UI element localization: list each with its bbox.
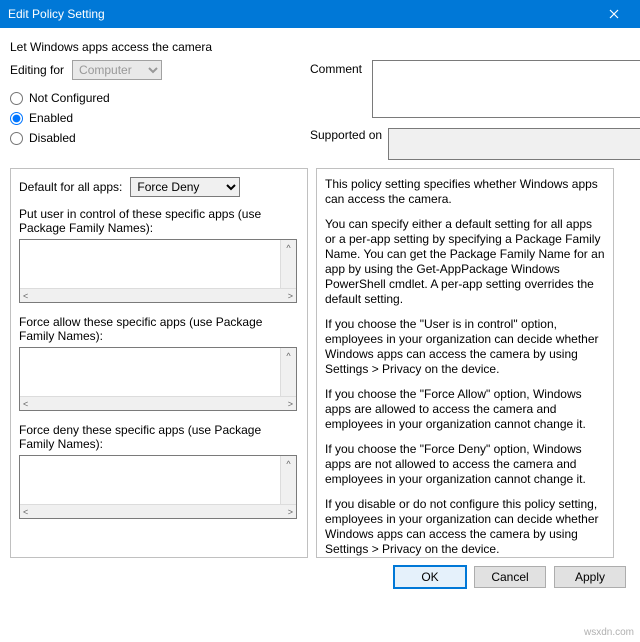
- content: Let Windows apps access the camera Editi…: [0, 28, 640, 598]
- help-paragraph: If you disable or do not configure this …: [325, 497, 605, 557]
- scroll-left-icon[interactable]: <: [23, 507, 28, 517]
- help-paragraph: You can specify either a default setting…: [325, 217, 605, 307]
- radio-not-configured[interactable]: Not Configured: [10, 88, 310, 108]
- help-paragraph: If you choose the "Force Deny" option, W…: [325, 442, 605, 487]
- force-deny-list[interactable]: ^ <>: [19, 455, 297, 519]
- radio-enabled-label: Enabled: [29, 111, 73, 125]
- state-column: Editing for Computer Not Configured Enab…: [10, 60, 310, 158]
- scroll-left-icon[interactable]: <: [23, 399, 28, 409]
- scrollbar-horizontal[interactable]: <>: [20, 504, 296, 518]
- close-icon[interactable]: [596, 0, 632, 28]
- scroll-up-icon[interactable]: ^: [281, 456, 296, 472]
- scrollbar-vertical[interactable]: ^: [280, 456, 296, 504]
- window-title: Edit Policy Setting: [8, 7, 105, 21]
- scrollbar-vertical[interactable]: ^: [280, 240, 296, 288]
- radio-not-configured-input[interactable]: [10, 92, 23, 105]
- default-for-all-select[interactable]: Force Deny: [130, 177, 240, 197]
- help-paragraph: This policy setting specifies whether Wi…: [325, 177, 605, 207]
- force-deny-list-label: Force deny these specific apps (use Pack…: [19, 423, 299, 451]
- supported-on-label: Supported on: [310, 128, 382, 142]
- editing-for-label: Editing for: [10, 63, 64, 77]
- scroll-left-icon[interactable]: <: [23, 291, 28, 301]
- supported-on-box: [388, 128, 640, 160]
- state-radio-group: Not Configured Enabled Disabled: [10, 88, 310, 148]
- help-paragraph: If you choose the "User is in control" o…: [325, 317, 605, 377]
- radio-disabled[interactable]: Disabled: [10, 128, 310, 148]
- ok-button[interactable]: OK: [394, 566, 466, 588]
- force-allow-list-label: Force allow these specific apps (use Pac…: [19, 315, 299, 343]
- watermark: wsxdn.com: [584, 627, 634, 638]
- scroll-right-icon[interactable]: >: [288, 507, 293, 517]
- scrollbar-horizontal[interactable]: <>: [20, 288, 296, 302]
- meta-column: Comment Supported on: [310, 60, 640, 160]
- force-allow-list[interactable]: ^ <>: [19, 347, 297, 411]
- default-for-all-label: Default for all apps:: [19, 180, 122, 194]
- scroll-right-icon[interactable]: >: [288, 291, 293, 301]
- user-control-list-label: Put user in control of these specific ap…: [19, 207, 299, 235]
- scroll-right-icon[interactable]: >: [288, 399, 293, 409]
- scrollbar-vertical[interactable]: ^: [280, 348, 296, 396]
- policy-title: Let Windows apps access the camera: [10, 40, 630, 54]
- radio-not-configured-label: Not Configured: [29, 91, 110, 105]
- help-paragraph: If you choose the "Force Allow" option, …: [325, 387, 605, 432]
- comment-label: Comment: [310, 60, 366, 118]
- editing-for-select: Computer: [72, 60, 162, 80]
- button-bar: OK Cancel Apply: [10, 558, 630, 592]
- options-panel: Default for all apps: Force Deny Put use…: [10, 168, 308, 558]
- radio-disabled-label: Disabled: [29, 131, 76, 145]
- help-panel: This policy setting specifies whether Wi…: [316, 168, 614, 558]
- apply-button[interactable]: Apply: [554, 566, 626, 588]
- cancel-button[interactable]: Cancel: [474, 566, 546, 588]
- radio-disabled-input[interactable]: [10, 132, 23, 145]
- titlebar: Edit Policy Setting: [0, 0, 640, 28]
- user-control-list[interactable]: ^ <>: [19, 239, 297, 303]
- comment-input[interactable]: [372, 60, 640, 118]
- scroll-up-icon[interactable]: ^: [281, 348, 296, 364]
- radio-enabled-input[interactable]: [10, 112, 23, 125]
- radio-enabled[interactable]: Enabled: [10, 108, 310, 128]
- scrollbar-horizontal[interactable]: <>: [20, 396, 296, 410]
- scroll-up-icon[interactable]: ^: [281, 240, 296, 256]
